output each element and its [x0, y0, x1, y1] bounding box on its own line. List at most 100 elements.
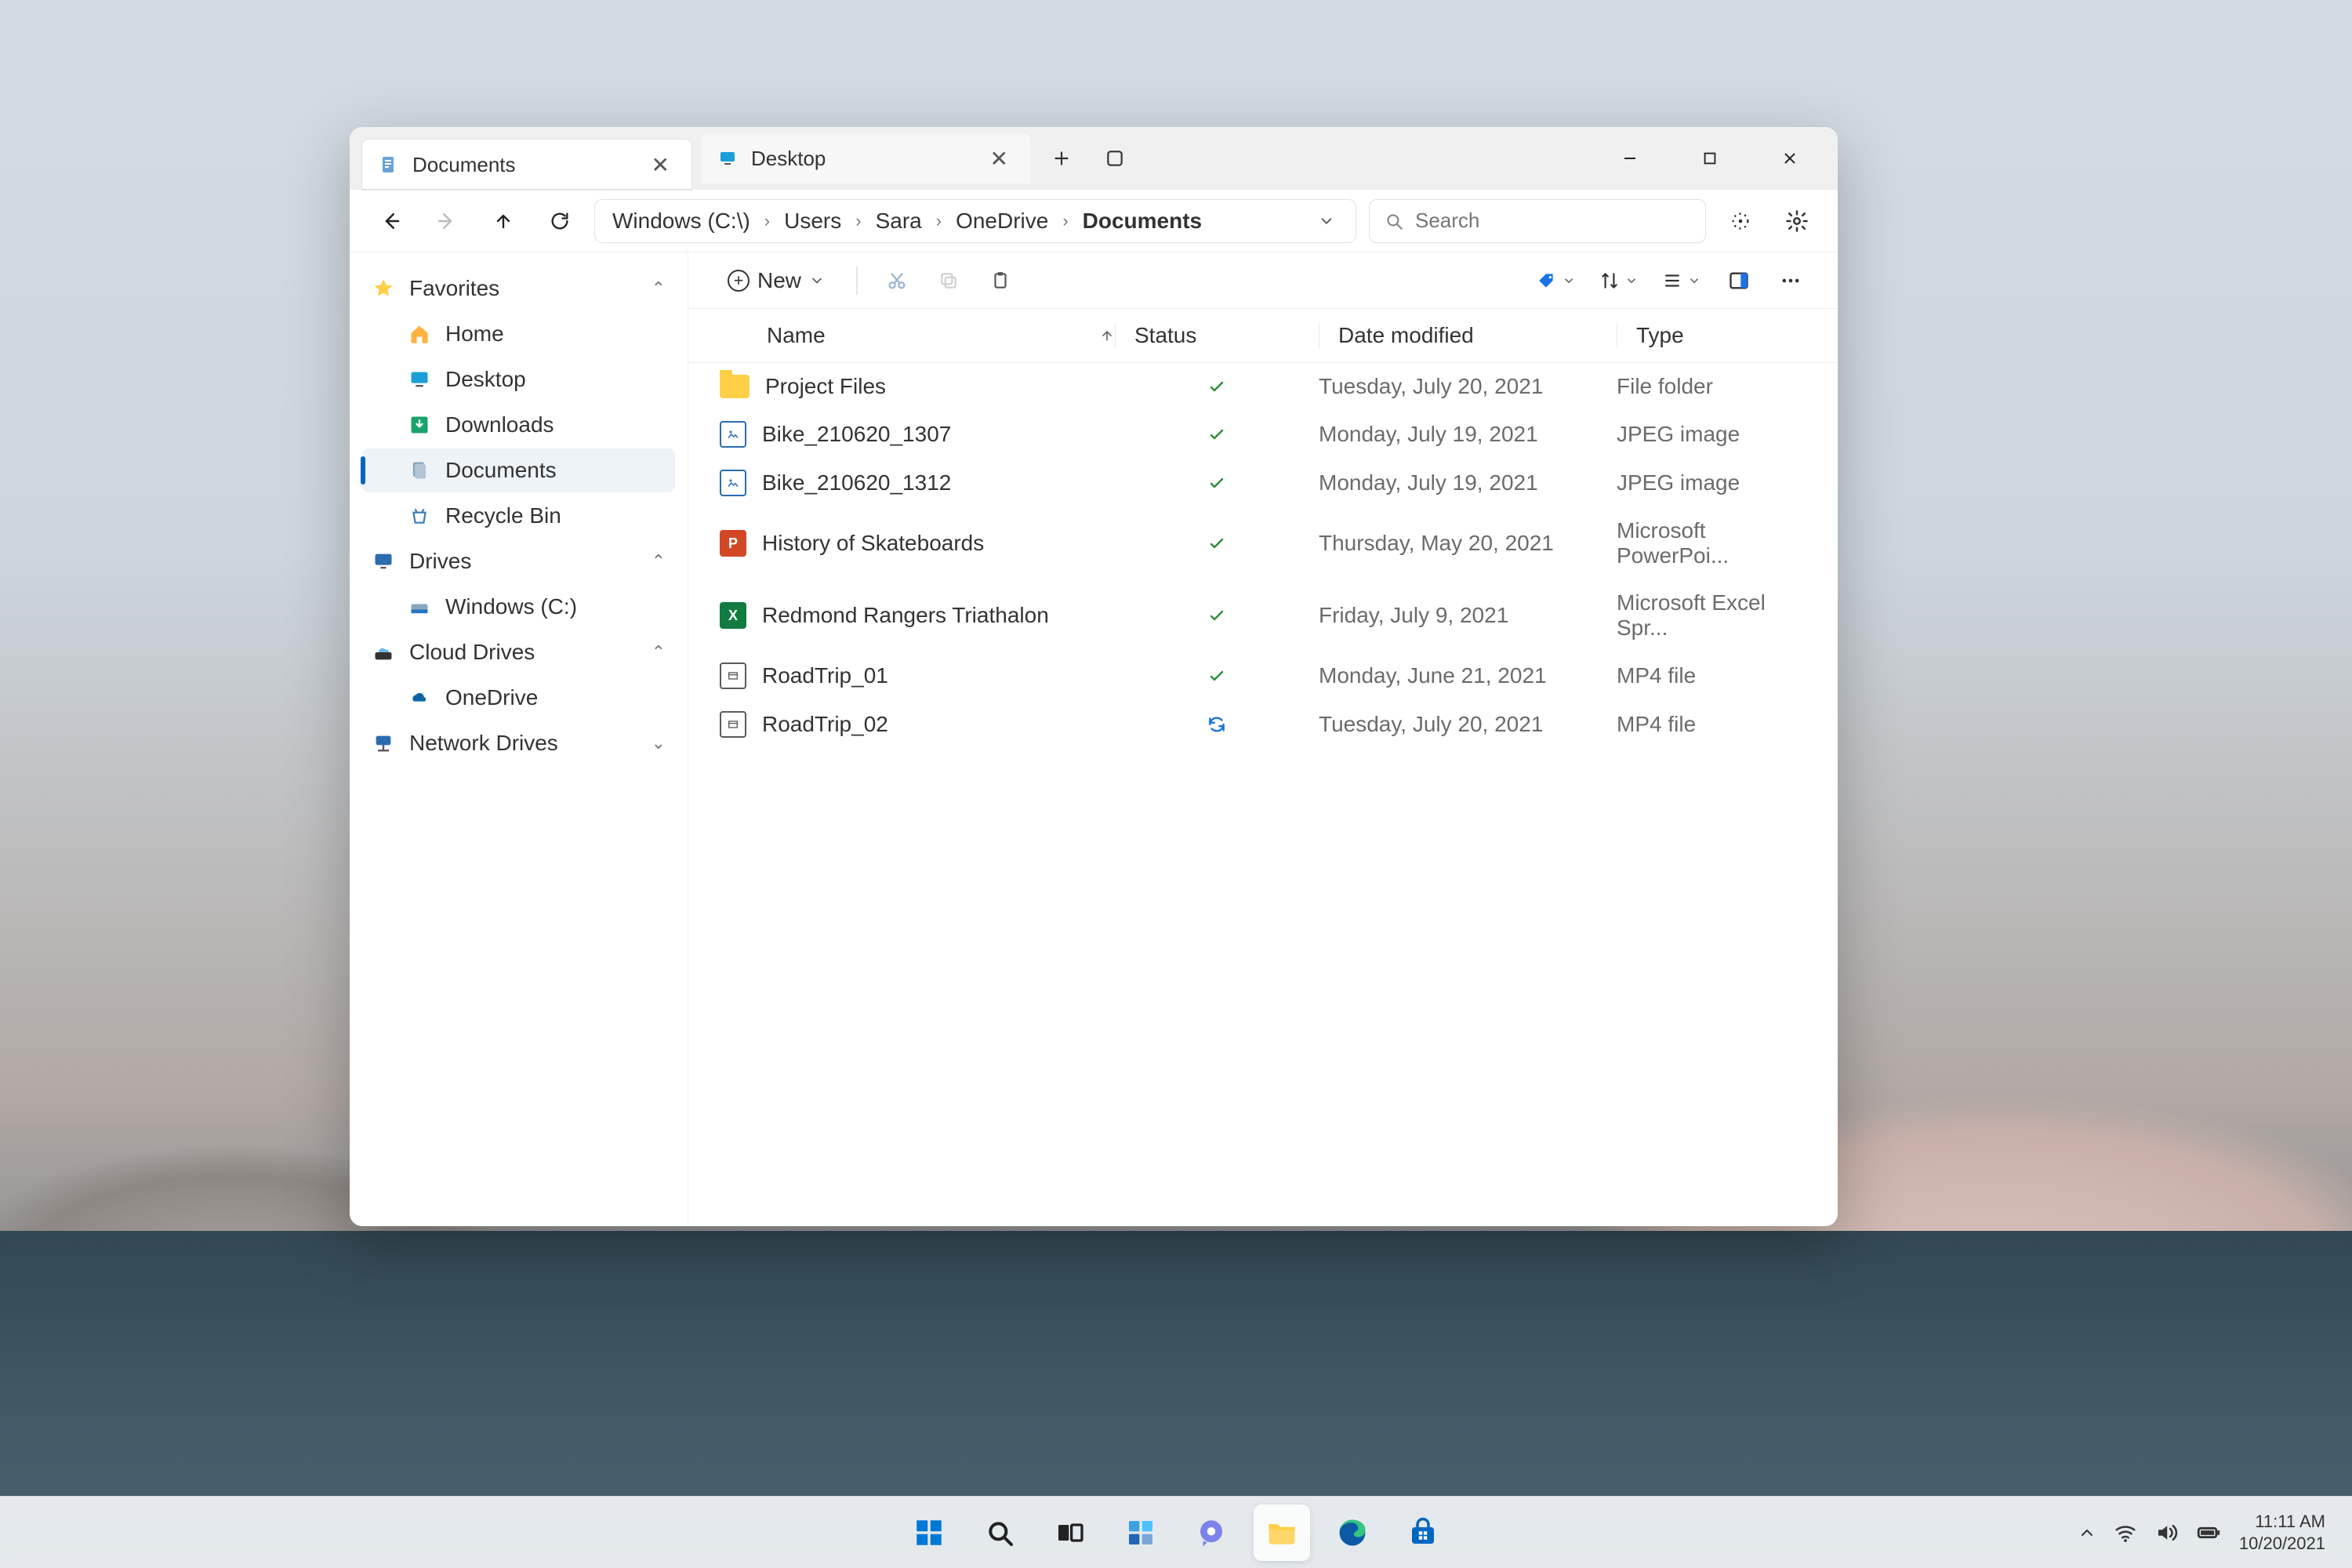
sidebar-item-documents[interactable]: Documents — [362, 448, 675, 492]
sidebar-group-drives[interactable]: Drives ⌃ — [358, 539, 680, 583]
cloud-drive-icon — [372, 641, 395, 664]
tab-label: Documents — [412, 153, 633, 177]
back-button[interactable] — [368, 199, 412, 243]
breadcrumb-segment[interactable]: Windows (C:\) — [608, 205, 755, 237]
breadcrumb-segment[interactable]: Sara — [871, 205, 927, 237]
paste-button[interactable] — [982, 262, 1019, 299]
desktop-icon — [408, 368, 431, 391]
tab-documents[interactable]: Documents ✕ — [362, 140, 691, 190]
file-name: History of Skateboards — [762, 531, 984, 556]
sidebar-item-desktop[interactable]: Desktop — [362, 358, 675, 401]
search-box[interactable] — [1369, 199, 1706, 243]
search-icon — [1384, 211, 1404, 231]
documents-icon — [408, 459, 431, 482]
file-list: Project Files Tuesday, July 20, 2021 Fil… — [688, 363, 1838, 749]
address-bar[interactable]: Windows (C:\) › Users › Sara › OneDrive … — [594, 199, 1356, 243]
sidebar-group-network-drives[interactable]: Network Drives ⌄ — [358, 721, 680, 765]
new-tab-button[interactable] — [1040, 136, 1083, 180]
file-row[interactable]: XRedmond Rangers Triathalon Friday, July… — [688, 579, 1838, 652]
tab-overview-button[interactable] — [1093, 136, 1137, 180]
breadcrumb-segment[interactable]: OneDrive — [951, 205, 1053, 237]
search-button[interactable] — [971, 1504, 1028, 1561]
sidebar-item-label: OneDrive — [445, 685, 538, 710]
file-name: Bike_210620_1307 — [762, 422, 951, 447]
home-icon — [408, 322, 431, 346]
more-button[interactable] — [1772, 262, 1809, 299]
file-row[interactable]: PHistory of Skateboards Thursday, May 20… — [688, 507, 1838, 579]
column-headers: Name Status Date modified Type — [688, 309, 1838, 363]
file-row[interactable]: RoadTrip_02 Tuesday, July 20, 2021 MP4 f… — [688, 700, 1838, 749]
file-name: RoadTrip_02 — [762, 712, 888, 737]
cut-button[interactable] — [878, 262, 916, 299]
minimize-button[interactable] — [1595, 135, 1665, 182]
sidebar-item-label: Windows (C:) — [445, 594, 577, 619]
sync-status-button[interactable] — [1719, 199, 1762, 243]
chat-button[interactable] — [1183, 1504, 1240, 1561]
column-type[interactable]: Type — [1617, 323, 1819, 348]
sort-menu[interactable] — [1595, 267, 1643, 294]
taskbar: 11:11 AM 10/20/2021 — [0, 1496, 2352, 1568]
store-button[interactable] — [1395, 1504, 1451, 1561]
forward-button[interactable] — [425, 199, 469, 243]
address-dropdown-button[interactable] — [1310, 209, 1343, 233]
downloads-icon — [408, 413, 431, 437]
chevron-up-icon: ⌃ — [652, 642, 666, 662]
details-pane-button[interactable] — [1720, 262, 1758, 299]
column-date[interactable]: Date modified — [1319, 323, 1617, 348]
file-row[interactable]: Project Files Tuesday, July 20, 2021 Fil… — [688, 363, 1838, 410]
close-tab-button[interactable]: ✕ — [645, 149, 676, 181]
sidebar-group-favorites[interactable]: Favorites ⌃ — [358, 267, 680, 310]
file-name: Bike_210620_1312 — [762, 470, 951, 495]
tray-overflow-button[interactable] — [2078, 1523, 2096, 1542]
search-input[interactable] — [1415, 209, 1691, 233]
file-name: Redmond Rangers Triathalon — [762, 603, 1049, 628]
close-tab-button[interactable]: ✕ — [984, 143, 1014, 175]
chevron-right-icon: › — [855, 211, 861, 231]
battery-icon[interactable] — [2195, 1519, 2222, 1546]
refresh-button[interactable] — [538, 199, 582, 243]
tab-desktop[interactable]: Desktop ✕ — [701, 133, 1030, 183]
sidebar-group-label: Cloud Drives — [409, 640, 535, 665]
file-pane: + New — [688, 252, 1838, 1226]
status-synced-icon — [1207, 606, 1226, 625]
file-explorer-taskbar-button[interactable] — [1254, 1504, 1310, 1561]
column-name[interactable]: Name — [707, 323, 1115, 348]
maximize-button[interactable] — [1675, 135, 1745, 182]
task-view-button[interactable] — [1042, 1504, 1098, 1561]
close-window-button[interactable] — [1755, 135, 1825, 182]
up-button[interactable] — [481, 199, 525, 243]
file-row[interactable]: Bike_210620_1312 Monday, July 19, 2021 J… — [688, 459, 1838, 507]
new-button[interactable]: + New — [717, 262, 836, 299]
volume-icon[interactable] — [2154, 1521, 2178, 1544]
tag-menu[interactable] — [1532, 267, 1581, 294]
sidebar-group-cloud-drives[interactable]: Cloud Drives ⌃ — [358, 630, 680, 674]
start-button[interactable] — [901, 1504, 957, 1561]
file-row[interactable]: RoadTrip_01 Monday, June 21, 2021 MP4 fi… — [688, 652, 1838, 700]
copy-button[interactable] — [930, 262, 967, 299]
chevron-up-icon: ⌃ — [652, 551, 666, 572]
clock-date: 10/20/2021 — [2239, 1533, 2325, 1555]
document-icon — [378, 154, 400, 176]
file-row[interactable]: Bike_210620_1307 Monday, July 19, 2021 J… — [688, 410, 1838, 459]
file-name: RoadTrip_01 — [762, 663, 888, 688]
chevron-right-icon: › — [764, 211, 770, 231]
sidebar-item-windows-c-[interactable]: Windows (C:) — [362, 585, 675, 629]
clock[interactable]: 11:11 AM 10/20/2021 — [2239, 1511, 2325, 1554]
onedrive-icon — [408, 686, 431, 710]
video-file-icon — [720, 711, 746, 738]
view-menu[interactable] — [1657, 267, 1706, 294]
file-date: Tuesday, July 20, 2021 — [1319, 374, 1617, 399]
settings-button[interactable] — [1775, 199, 1819, 243]
wifi-icon[interactable] — [2114, 1521, 2137, 1544]
sidebar-item-onedrive[interactable]: OneDrive — [362, 676, 675, 720]
edge-button[interactable] — [1324, 1504, 1381, 1561]
sidebar-item-home[interactable]: Home — [362, 312, 675, 356]
column-status[interactable]: Status — [1115, 323, 1319, 348]
chevron-down-icon — [809, 273, 825, 289]
breadcrumb-segment[interactable]: Users — [779, 205, 846, 237]
folder-icon — [720, 375, 750, 398]
breadcrumb-current[interactable]: Documents — [1078, 205, 1207, 237]
sidebar-item-recycle-bin[interactable]: Recycle Bin — [362, 494, 675, 538]
sidebar-item-downloads[interactable]: Downloads — [362, 403, 675, 447]
widgets-button[interactable] — [1112, 1504, 1169, 1561]
